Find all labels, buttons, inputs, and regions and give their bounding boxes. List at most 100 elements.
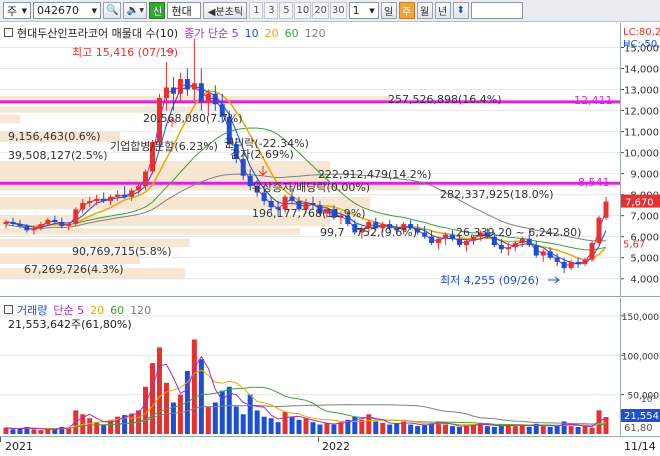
- volume-bar: [94, 422, 100, 434]
- event-label-merger: 기업합병/분할(6.23%): [110, 140, 218, 153]
- candle-body: [512, 242, 518, 248]
- candle-body: [443, 234, 449, 239]
- volume-bar: [156, 347, 162, 434]
- volume-bar: [554, 425, 560, 434]
- volume-bar: [491, 426, 497, 434]
- volume-bar: [143, 386, 149, 434]
- candle-body: [101, 198, 107, 201]
- scroll-arrows-button[interactable]: ⬍: [452, 2, 469, 19]
- volume-y-axis: 150,000 100,000 50,000 21,554 61,80 10³: [620, 298, 660, 436]
- volume-bar: [205, 406, 211, 434]
- period-tick-button[interactable]: ◀분초틱: [203, 2, 248, 19]
- x-label-2022: 2022: [322, 440, 350, 453]
- volume-bar: [212, 402, 218, 434]
- price-chart-panel[interactable]: 현대두산인프라코어 매물대 수(10) 종가 단순 5 10 20 60 120 최고…: [0, 23, 620, 297]
- volume-bar: [575, 426, 581, 434]
- vp-label: 26,339.20 ~ 6,242.80): [456, 226, 581, 239]
- candle-body: [422, 232, 428, 237]
- candle-body: [289, 196, 295, 201]
- price-axis-label: 14,000: [624, 65, 659, 76]
- volume-axis-svg: 150,000100,00050,00021,55461,8010³: [621, 313, 660, 434]
- price-axis-label: 7,000: [630, 212, 659, 223]
- candle-body: [205, 93, 211, 103]
- minute-options: 1 3 5 10 20 30: [249, 2, 347, 19]
- candle-body: [582, 259, 588, 264]
- tab-day[interactable]: 일: [380, 2, 397, 19]
- candle-body: [163, 87, 169, 98]
- up-down-arrow-icon: ⬍: [456, 5, 465, 16]
- search-button[interactable]: 🔍: [103, 2, 122, 19]
- candle-body: [3, 221, 9, 225]
- volume-bar: [3, 427, 9, 434]
- candle-body: [184, 79, 190, 90]
- stock-code-input[interactable]: 042670 ▼: [33, 2, 101, 19]
- volume-chart-svg: 21,553,642주(61,80%): [0, 315, 620, 434]
- sound-button[interactable]: 🔈 ▼: [123, 2, 148, 19]
- tab-year[interactable]: 년: [434, 2, 451, 19]
- volume-unit: 10³: [641, 395, 656, 405]
- period-value-select[interactable]: 1 ▼: [348, 2, 379, 19]
- volume-bar: [519, 424, 525, 434]
- speaker-icon: 🔈: [126, 5, 140, 16]
- candle-body: [568, 261, 574, 269]
- volume-bar: [324, 422, 330, 434]
- vp-label: 9,156,463(0.6%): [8, 130, 101, 143]
- minute-option-20[interactable]: 20: [312, 2, 329, 19]
- candle-body: [429, 236, 435, 243]
- volume-bar: [415, 426, 421, 434]
- event-label-dividend: 유상증자/배당락(0.00%): [252, 181, 370, 194]
- tab-month[interactable]: 월: [416, 2, 433, 19]
- minute-option-3[interactable]: 3: [264, 2, 279, 19]
- candle-body: [540, 251, 546, 256]
- volume-profile-band: [0, 114, 20, 124]
- volume-bar: [261, 416, 267, 434]
- volume-bar: [380, 422, 386, 434]
- volume-bar: [456, 426, 462, 434]
- vp-label: 282,337,925(18.0%): [440, 188, 554, 201]
- tab-week[interactable]: 주: [398, 2, 415, 19]
- vp-label: 39,508,127(2.5%): [8, 149, 108, 162]
- price-axis-label: 5,000: [630, 254, 659, 265]
- minute-option-30[interactable]: 30: [329, 2, 347, 19]
- volume-bar: [373, 421, 379, 434]
- credit-badge[interactable]: 신: [149, 2, 166, 19]
- volume-bar: [310, 422, 316, 434]
- vp-label: 196,177,768(11.9%): [252, 207, 366, 220]
- candle-body: [463, 240, 469, 246]
- line-label-8541: 8,541: [578, 176, 610, 189]
- volume-bar: [568, 426, 574, 434]
- hc-label: HC:-50,2: [623, 39, 660, 50]
- minute-option-1[interactable]: 1: [249, 2, 264, 19]
- x-axis: 2021 2022 11/14: [0, 436, 660, 456]
- volume-bar: [10, 429, 16, 434]
- period-value: 1: [352, 4, 360, 17]
- volume-bar: [52, 429, 58, 434]
- x-label-2021: 2021: [5, 440, 33, 453]
- volume-bar: [240, 414, 246, 434]
- count-input[interactable]: [470, 2, 523, 19]
- vp-label: 67,269,726(4.3%): [24, 263, 124, 276]
- vp-label: 752,(9.6%): [356, 226, 417, 239]
- vp-label: 99,7: [320, 226, 345, 239]
- candle-body: [561, 261, 567, 269]
- candle-body: [115, 194, 121, 197]
- volume-annotation: 21,553,642주(61,80%): [8, 318, 132, 331]
- candle-body: [589, 242, 595, 260]
- volume-bar: [254, 410, 260, 434]
- volume-bar: [338, 422, 344, 434]
- volume-bar: [526, 426, 532, 434]
- market-select[interactable]: 주 ▼: [3, 2, 31, 19]
- chevron-down-icon: ▼: [369, 6, 375, 15]
- volume-chart-panel[interactable]: 거래량 단순 5 20 60 120 21,553,642주(61,80%): [0, 298, 620, 436]
- price-axis-label: 4,000: [630, 275, 659, 286]
- market-label: 주: [7, 4, 18, 18]
- volume-bar: [589, 427, 595, 434]
- high-annotation: 최고 15,416 (07/19): [72, 46, 178, 59]
- volume-axis-label: 100,000: [622, 352, 659, 362]
- minute-option-5[interactable]: 5: [279, 2, 294, 19]
- candle-body: [80, 203, 86, 210]
- minute-option-10[interactable]: 10: [294, 2, 312, 19]
- volume-ma5-line: [5, 355, 607, 430]
- low-annotation: 최저 4,255 (09/26): [440, 274, 539, 287]
- current-volume: 21,554: [624, 411, 659, 422]
